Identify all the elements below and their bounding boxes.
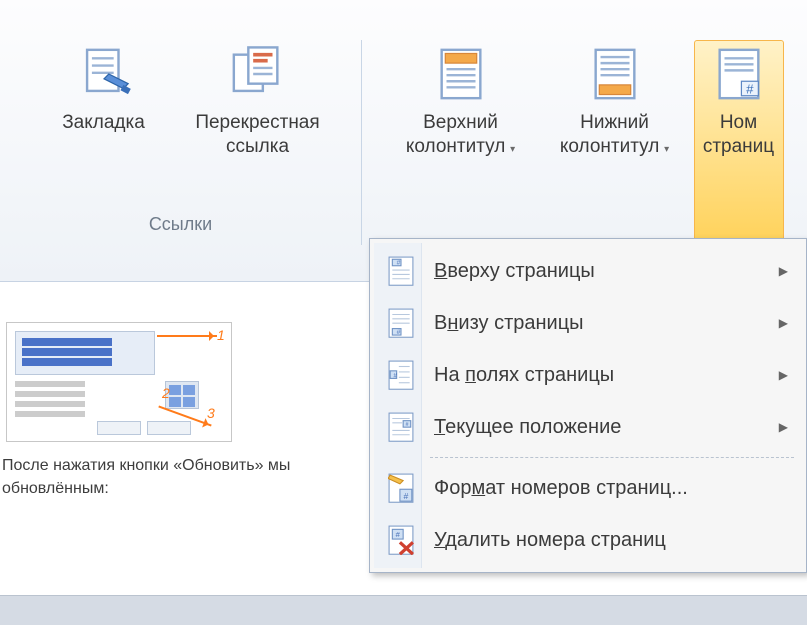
svg-text:#: # (403, 491, 408, 501)
menu-item-top-of-page[interactable]: # Вверху страницы ▶ (374, 245, 802, 297)
page-top-icon: # (388, 256, 414, 286)
remove-page-numbers-icon: # (388, 525, 414, 555)
page-bottom-icon: # (388, 308, 414, 338)
svg-text:#: # (397, 260, 401, 267)
chevron-down-icon: ▾ (659, 144, 669, 155)
crossreference-button[interactable]: Перекрестная ссылка (183, 40, 333, 208)
page-number-button[interactable]: # Ном страниц (694, 40, 784, 245)
header-label-2: колонтитул (406, 136, 505, 157)
bookmark-icon (75, 45, 133, 103)
group-caption-links: Ссылки (149, 208, 212, 245)
current-position-icon: # (388, 412, 414, 442)
bookmark-label: Закладка (62, 111, 145, 135)
bookmark-button[interactable]: Закладка (29, 40, 179, 208)
menu-item-remove-page-numbers[interactable]: # Удалить номера страниц (374, 514, 802, 566)
submenu-arrow-icon: ▶ (779, 316, 788, 330)
menu-item-page-margins[interactable]: # На полях страницы ▶ (374, 349, 802, 401)
svg-text:#: # (746, 81, 754, 96)
header-icon (432, 45, 490, 103)
crossreference-icon (229, 45, 287, 103)
menu-item-format-page-numbers[interactable]: # Формат номеров страниц... (374, 462, 802, 514)
document-text: После нажатия кнопки «Обновить» мы обнов… (0, 442, 360, 500)
footer-icon (586, 45, 644, 103)
submenu-arrow-icon: ▶ (779, 368, 788, 382)
svg-text:#: # (393, 372, 397, 379)
page-number-label-2: страниц (703, 135, 774, 159)
header-button[interactable]: Верхний колонтитул ▾ (386, 40, 536, 245)
thumbnail-image: 1 2 3 (6, 322, 232, 442)
page-margins-icon: # (388, 360, 414, 390)
format-page-numbers-icon: # (388, 473, 414, 503)
page-number-label-1: Ном (720, 111, 757, 135)
submenu-arrow-icon: ▶ (779, 420, 788, 434)
bottom-bar (0, 595, 807, 625)
footer-label-2: колонтитул (560, 136, 659, 157)
menu-item-bottom-of-page[interactable]: # Внизу страницы ▶ (374, 297, 802, 349)
page-number-menu: # Вверху страницы ▶ # Внизу страницы ▶ #… (369, 238, 807, 573)
crossreference-label-2: ссылка (226, 135, 289, 159)
ribbon-group-headerfooter: Верхний колонтитул ▾ Нижний (362, 40, 807, 245)
chevron-down-icon: ▾ (505, 144, 515, 155)
ribbon-group-links: Закладка Перекрестная ссылка (0, 40, 362, 245)
footer-button[interactable]: Нижний колонтитул ▾ (540, 40, 690, 245)
svg-text:#: # (405, 422, 408, 428)
submenu-arrow-icon: ▶ (779, 264, 788, 278)
menu-separator (430, 457, 794, 458)
svg-text:#: # (397, 329, 401, 336)
page-number-icon: # (710, 45, 768, 103)
crossreference-label-1: Перекрестная (195, 111, 319, 135)
menu-item-current-position[interactable]: # Текущее положение ▶ (374, 401, 802, 453)
footer-label-1: Нижний (580, 111, 649, 135)
header-label-1: Верхний (423, 111, 498, 135)
